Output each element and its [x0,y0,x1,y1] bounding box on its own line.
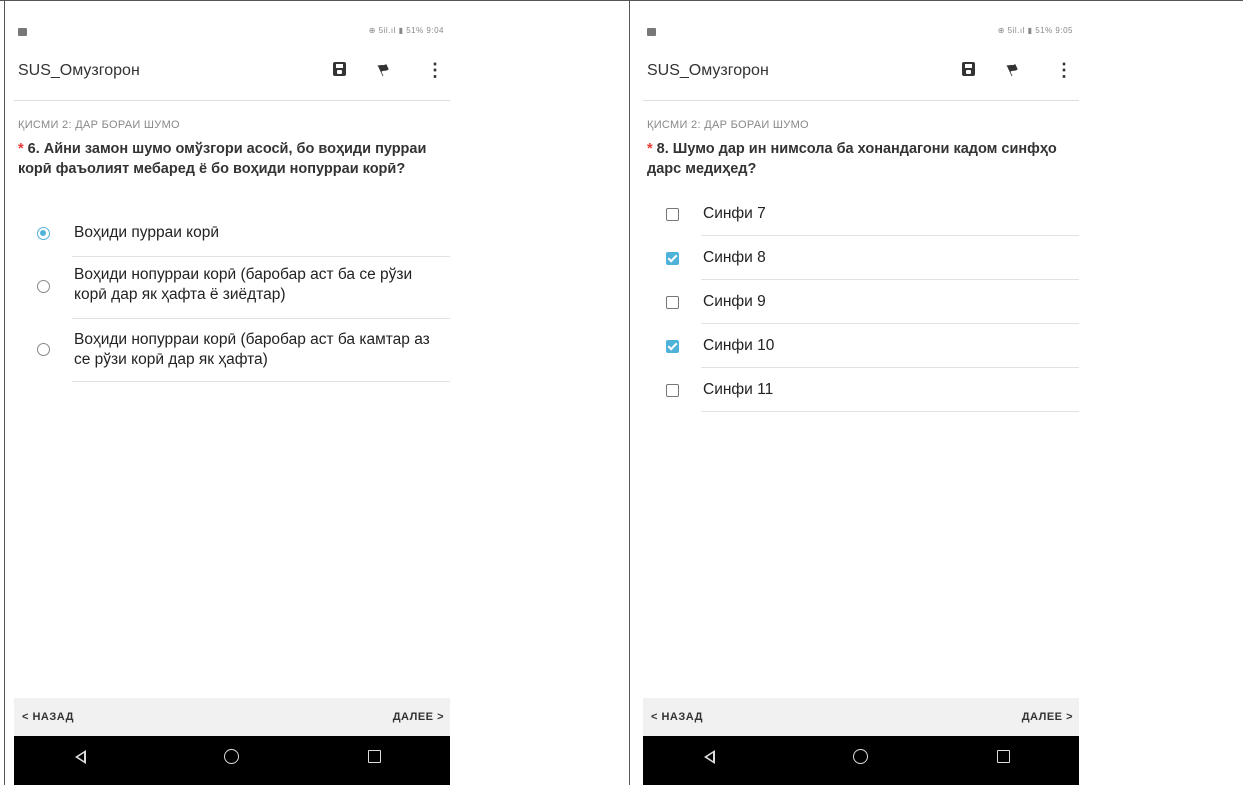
option-label: Воҳиди нопурраи корӣ (баробар аст ба се … [74,266,413,303]
radio-option-full-time[interactable]: Воҳиди пурраи корӣ [14,217,450,257]
screenshot-frame-top [0,0,1243,1]
option-label: Синфи 10 [703,337,775,354]
status-bar: ⊕ 5il.ıl ▮ 51% 9:05 [643,22,1079,46]
question-label: 6. Айни замон шумо омўзгори асосй, бо во… [18,141,427,177]
form-navigation-bar: < НАЗАД ДАЛЕЕ > [14,698,450,736]
notification-icon [18,28,27,36]
screenshot-divider-middle [629,0,630,785]
checkbox[interactable] [666,296,679,309]
more-vert-icon[interactable]: ⋮ [1055,60,1073,81]
option-label: Воҳиди нопурраи корӣ (баробар аст ба кам… [74,331,430,368]
more-vert-icon[interactable]: ⋮ [426,60,444,81]
triangle-back-icon[interactable] [704,750,715,764]
save-icon[interactable] [333,62,346,76]
next-button[interactable]: ДАЛЕЕ > [393,711,444,723]
screenshot-divider-left [4,0,5,785]
app-bar: SUS_Омузгорон ⚑ ⋮ [14,52,450,101]
checkbox-option-grade-9[interactable]: Синфи 9 [643,280,1079,324]
square-recents-icon[interactable] [368,750,381,763]
system-navigation-bar [14,736,450,785]
divider [72,256,450,257]
option-label: Синфи 11 [703,381,774,398]
triangle-back-icon[interactable] [75,750,86,764]
question-text: * 6. Айни замон шумо омўзгори асосй, бо … [18,139,443,179]
notification-icon [647,28,656,36]
checkbox-checked[interactable] [666,252,679,265]
checkbox-option-grade-8[interactable]: Синфи 8 [643,236,1079,280]
question-label: 8. Шумо дар ин нимсола ба хонандагони ка… [647,141,1057,177]
status-bar: ⊕ 5il.ıl ▮ 51% 9:04 [14,22,450,46]
square-recents-icon[interactable] [997,750,1010,763]
question-text: * 8. Шумо дар ин нимсола ба хонандагони … [647,139,1072,179]
checkbox-option-grade-7[interactable]: Синфи 7 [643,194,1079,236]
status-indicators: ⊕ 5il.ıl ▮ 51% 9:04 [368,26,444,35]
option-label: Синфи 8 [703,249,766,266]
required-mark: * [647,141,657,157]
flag-icon[interactable]: ⚑ [373,58,394,82]
circle-home-icon[interactable] [853,749,868,764]
option-label: Синфи 7 [703,205,766,222]
form-navigation-bar: < НАЗАД ДАЛЕЕ > [643,698,1079,736]
section-title: ҚИСМИ 2: ДАР БОРАИ ШУМО [647,119,809,131]
radio-button[interactable] [37,280,50,293]
circle-home-icon[interactable] [224,749,239,764]
divider [72,381,450,382]
phone-screen-right: ⊕ 5il.ıl ▮ 51% 9:05 SUS_Омузгорон ⚑ ⋮ ҚИ… [643,22,1079,785]
divider [72,318,450,319]
radio-button-selected[interactable] [37,227,50,240]
status-indicators: ⊕ 5il.ıl ▮ 51% 9:05 [997,26,1073,35]
app-title: SUS_Омузгорон [18,62,140,79]
checkbox-option-grade-11[interactable]: Синфи 11 [643,368,1079,412]
option-label: Синфи 9 [703,293,766,310]
flag-icon[interactable]: ⚑ [1002,58,1023,82]
required-mark: * [18,141,28,157]
section-title: ҚИСМИ 2: ДАР БОРАИ ШУМО [18,119,180,131]
radio-option-part-time-less3[interactable]: Воҳиди нопурраи корӣ (баробар аст ба кам… [14,322,450,382]
save-icon[interactable] [962,62,975,76]
radio-option-part-time-3plus[interactable]: Воҳиди нопурраи корӣ (баробар аст ба се … [14,259,450,319]
radio-button[interactable] [37,343,50,356]
next-button[interactable]: ДАЛЕЕ > [1022,711,1073,723]
checkbox[interactable] [666,208,679,221]
back-button[interactable]: < НАЗАД [22,711,74,723]
system-navigation-bar [643,736,1079,785]
checkbox-checked[interactable] [666,340,679,353]
back-button[interactable]: < НАЗАД [651,711,703,723]
divider [701,411,1079,412]
phone-screen-left: ⊕ 5il.ıl ▮ 51% 9:04 SUS_Омузгорон ⚑ ⋮ ҚИ… [14,22,450,785]
app-bar: SUS_Омузгорон ⚑ ⋮ [643,52,1079,101]
checkbox[interactable] [666,384,679,397]
app-title: SUS_Омузгорон [647,62,769,79]
checkbox-option-grade-10[interactable]: Синфи 10 [643,324,1079,368]
option-label: Воҳиди пурраи корӣ [74,224,220,241]
